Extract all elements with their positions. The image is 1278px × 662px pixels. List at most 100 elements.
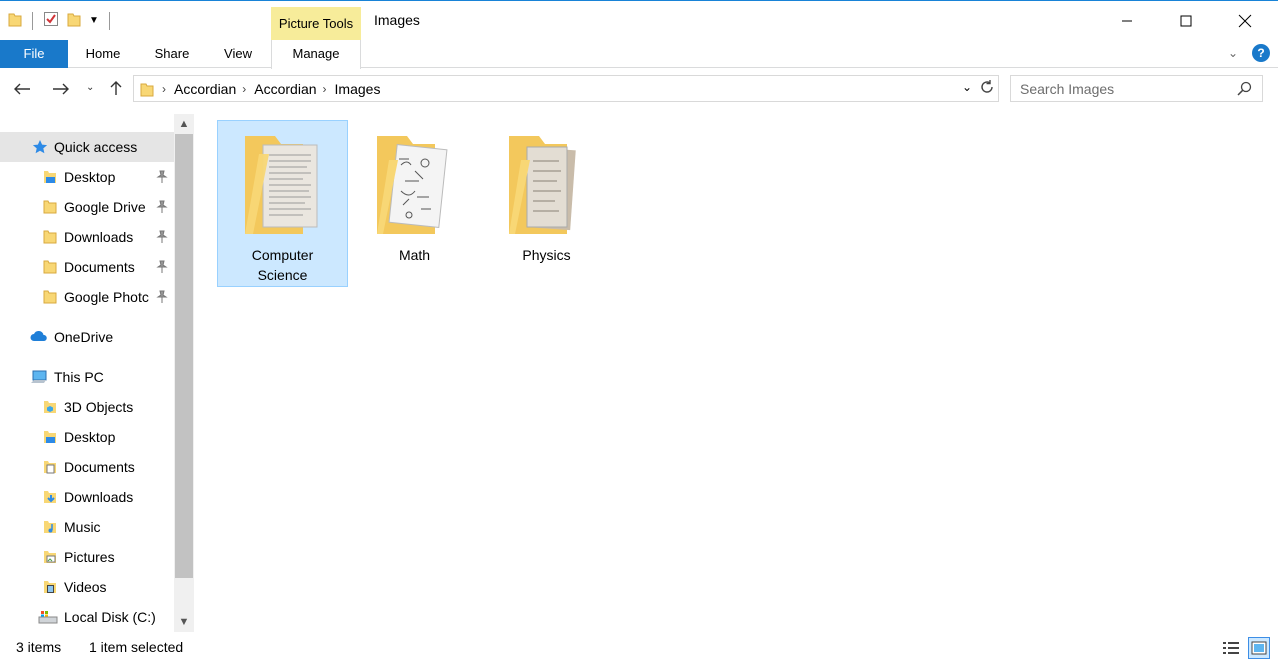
sidebar-item-downloads-pinned[interactable]: Downloads [0, 222, 174, 252]
tab-file[interactable]: File [0, 40, 68, 68]
sidebar-item-desktop-pinned[interactable]: Desktop [0, 162, 174, 192]
breadcrumb-item[interactable]: Accordian [254, 81, 316, 97]
customize-qat-icon[interactable]: ▼ [89, 15, 99, 26]
address-dropdown-icon[interactable]: ⌄ [962, 80, 972, 94]
breadcrumb-item[interactable]: Accordian [174, 81, 236, 97]
pin-icon[interactable] [156, 290, 168, 307]
picture-tools-label: Picture Tools [271, 7, 361, 41]
ribbon-tabs: File Home Share View Manage ⌄ ? [0, 40, 1278, 69]
breadcrumb-item[interactable]: Images [335, 81, 381, 97]
ribbon-controls: ⌄ ? [1228, 44, 1270, 62]
sidebar-item-onedrive[interactable]: OneDrive [0, 322, 174, 352]
expand-ribbon-icon[interactable]: ⌄ [1228, 46, 1238, 60]
sidebar-scrollbar[interactable]: ▲ ▼ [174, 114, 194, 632]
folder-tile-computer-science[interactable]: Computer Science [217, 120, 348, 287]
chevron-right-icon[interactable]: › [323, 82, 327, 96]
close-icon [1238, 14, 1252, 28]
scrollbar-thumb[interactable] [175, 134, 193, 578]
music-folder-icon [42, 519, 58, 535]
window-title: Images [374, 12, 420, 28]
folder-tile-math[interactable]: Math [349, 120, 480, 287]
search-icon[interactable] [1237, 81, 1252, 99]
computer-icon [30, 369, 48, 385]
sidebar-item-documents[interactable]: Documents [0, 452, 174, 482]
sidebar-item-label: Google Drive [64, 199, 146, 215]
sidebar-item-desktop[interactable]: Desktop [0, 422, 174, 452]
pin-icon[interactable] [156, 260, 168, 277]
tab-home[interactable]: Home [68, 40, 138, 68]
maximize-button[interactable] [1157, 1, 1215, 41]
new-folder-icon[interactable] [67, 11, 81, 30]
up-arrow-icon [110, 81, 122, 95]
sidebar-item-local-disk[interactable]: Local Disk (C:) [0, 602, 174, 632]
maximize-icon [1180, 15, 1192, 27]
sidebar-item-label: Local Disk (C:) [64, 609, 156, 625]
folder-icon [42, 259, 58, 275]
pin-icon[interactable] [156, 200, 168, 217]
sidebar-item-documents-pinned[interactable]: Documents [0, 252, 174, 282]
cloud-icon [30, 329, 48, 345]
folder-icon [140, 81, 154, 97]
tab-manage[interactable]: Manage [271, 40, 361, 69]
navigation-pane: Quick access Desktop Google Drive Downlo… [0, 114, 195, 632]
pin-icon[interactable] [156, 230, 168, 247]
sidebar-item-quick-access[interactable]: Quick access [0, 132, 174, 162]
minimize-button[interactable] [1098, 1, 1156, 41]
selection-count: 1 item selected [89, 639, 184, 655]
sidebar-item-music[interactable]: Music [0, 512, 174, 542]
quick-access-toolbar: ▼ [8, 11, 112, 30]
status-bar: 3 items 1 item selected [0, 634, 1278, 662]
recent-locations-button[interactable]: ⌄ [86, 82, 94, 93]
sidebar-item-this-pc[interactable]: This PC [0, 362, 174, 392]
properties-icon[interactable] [43, 11, 59, 30]
pictures-folder-icon [42, 549, 58, 565]
downloads-folder-icon [42, 489, 58, 505]
sidebar-item-label: Google Photc [64, 289, 149, 305]
folder-icon [42, 229, 58, 245]
scroll-up-icon[interactable]: ▲ [174, 114, 194, 134]
chevron-right-icon[interactable]: › [162, 82, 166, 96]
sidebar-item-pictures[interactable]: Pictures [0, 542, 174, 572]
close-button[interactable] [1216, 1, 1274, 41]
desktop-folder-icon [42, 429, 58, 445]
desktop-folder-icon [42, 169, 58, 185]
sidebar-item-label: This PC [54, 369, 104, 385]
large-icons-view-icon [1251, 641, 1267, 655]
videos-folder-icon [42, 579, 58, 595]
details-view-button[interactable] [1220, 637, 1242, 659]
tab-view[interactable]: View [206, 40, 270, 68]
sidebar-item-label: Quick access [54, 139, 138, 155]
up-button[interactable] [108, 80, 124, 101]
search-box[interactable] [1010, 75, 1263, 102]
chevron-right-icon[interactable]: › [242, 82, 246, 96]
sidebar-item-downloads[interactable]: Downloads [0, 482, 174, 512]
back-button[interactable] [13, 80, 31, 101]
folder-icon[interactable] [8, 11, 22, 30]
navigation-bar: ⌄ › Accordian › Accordian › Images ⌄ [0, 68, 1278, 112]
search-input[interactable] [1020, 80, 1230, 97]
address-bar[interactable]: › Accordian › Accordian › Images ⌄ [133, 75, 999, 102]
sidebar-item-label: 3D Objects [64, 399, 134, 415]
sidebar-item-google-drive[interactable]: Google Drive [0, 192, 174, 222]
sidebar-item-label: Documents [64, 459, 135, 475]
pin-icon[interactable] [156, 170, 168, 187]
large-icons-view-button[interactable] [1248, 637, 1270, 659]
forward-button[interactable] [52, 80, 70, 101]
sidebar-item-label: Desktop [64, 429, 116, 445]
sidebar-item-label: Videos [64, 579, 107, 595]
star-icon [32, 139, 48, 155]
separator [108, 11, 110, 30]
scroll-down-icon[interactable]: ▼ [174, 612, 194, 632]
sidebar-item-3d-objects[interactable]: 3D Objects [0, 392, 174, 422]
folder-label: Physics [522, 247, 571, 263]
tab-share[interactable]: Share [138, 40, 206, 68]
sidebar-item-videos[interactable]: Videos [0, 572, 174, 602]
view-switcher [1220, 637, 1270, 659]
details-view-icon [1223, 642, 1239, 654]
sidebar-item-google-photos[interactable]: Google Photc [0, 282, 174, 312]
folder-label: Math [398, 247, 431, 263]
help-icon[interactable]: ? [1252, 44, 1270, 62]
folder-label: Computer Science [251, 247, 314, 283]
folder-tile-physics[interactable]: Physics [481, 120, 612, 287]
refresh-icon[interactable] [978, 78, 996, 99]
